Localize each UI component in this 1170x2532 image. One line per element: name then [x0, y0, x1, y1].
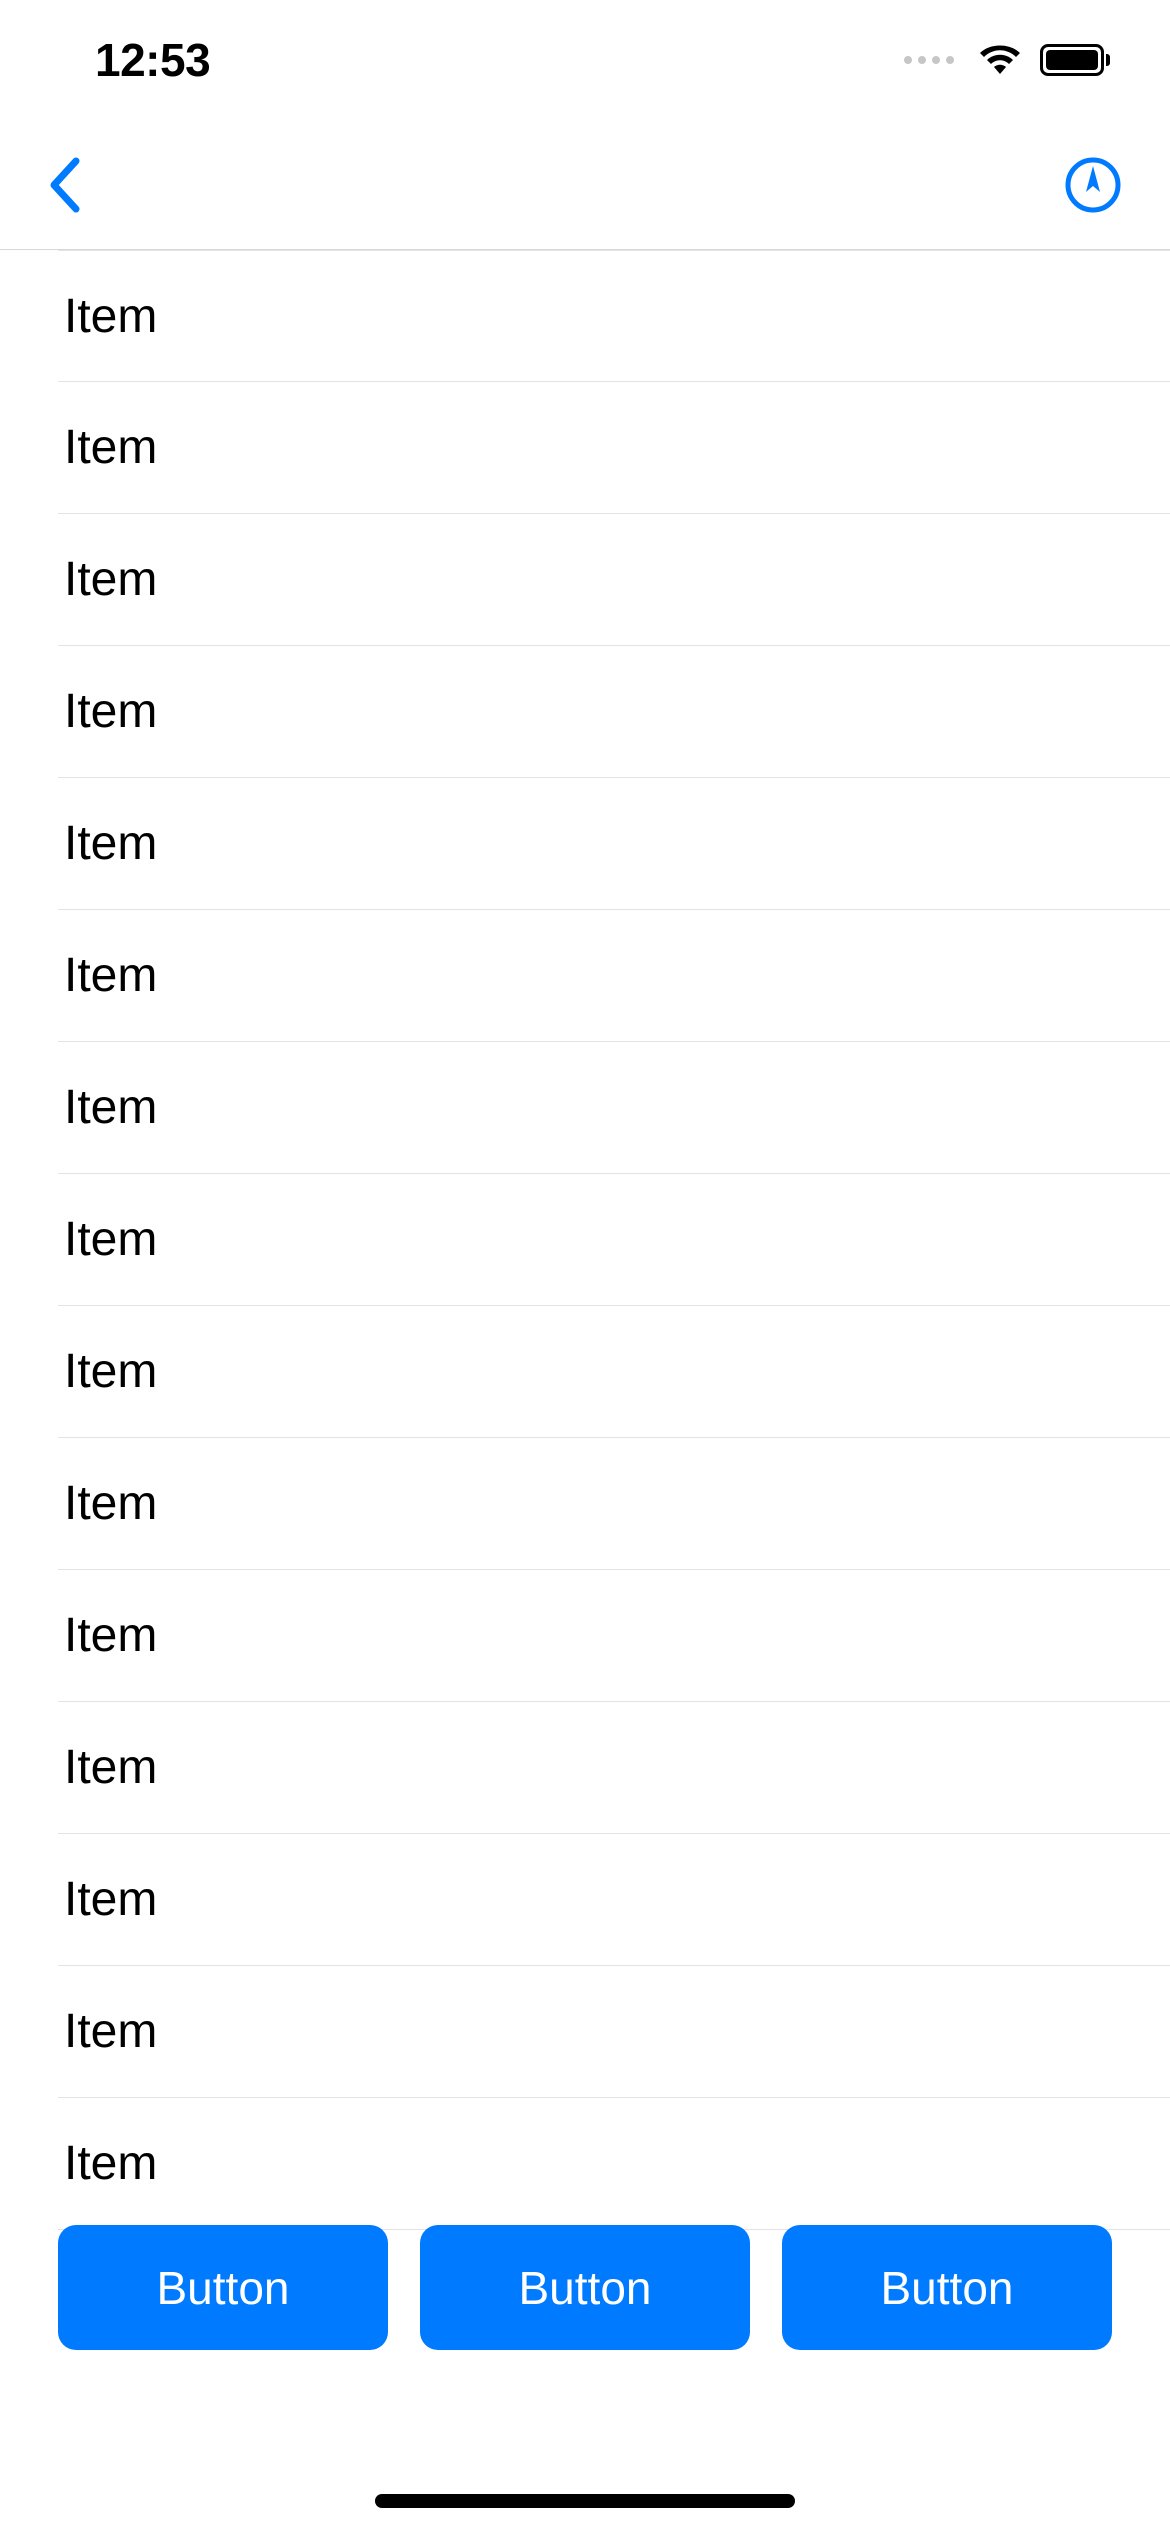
status-bar: 12:53 [0, 0, 1170, 120]
status-indicators [904, 42, 1110, 78]
list-item[interactable]: Item [58, 778, 1170, 910]
button-label: Button [881, 2261, 1014, 2315]
nav-right-button[interactable] [1058, 150, 1128, 220]
list-item-label: Item [64, 1740, 157, 1795]
list-item-label: Item [64, 2004, 157, 2059]
list-item-label: Item [64, 1080, 157, 1135]
nav-bar [0, 120, 1170, 250]
list-item-label: Item [64, 420, 157, 475]
list-item-label: Item [64, 552, 157, 607]
list-item-label: Item [64, 1476, 157, 1531]
table-view: Item Item Item Item Item Item Item Item … [58, 250, 1170, 2230]
cellular-signal-icon [904, 56, 954, 64]
action-button-3[interactable]: Button [782, 2225, 1112, 2350]
chevron-left-icon [46, 155, 82, 215]
list-item[interactable]: Item [58, 1702, 1170, 1834]
action-button-2[interactable]: Button [420, 2225, 750, 2350]
list-item[interactable]: Item [58, 1042, 1170, 1174]
button-label: Button [157, 2261, 290, 2315]
list-item[interactable]: Item [58, 1306, 1170, 1438]
button-label: Button [519, 2261, 652, 2315]
back-button[interactable] [36, 145, 92, 225]
list-item[interactable]: Item [58, 910, 1170, 1042]
wifi-icon [976, 42, 1024, 78]
list-item[interactable]: Item [58, 1174, 1170, 1306]
list-item[interactable]: Item [58, 1438, 1170, 1570]
button-bar: Button Button Button [0, 2225, 1170, 2350]
list-item-label: Item [64, 289, 157, 344]
list-item[interactable]: Item [58, 1570, 1170, 1702]
list-item-label: Item [64, 1212, 157, 1267]
list-item[interactable]: Item [58, 250, 1170, 382]
navigate-circle-icon [1064, 156, 1122, 214]
list-item[interactable]: Item [58, 2098, 1170, 2230]
list-item[interactable]: Item [58, 1834, 1170, 1966]
list-item[interactable]: Item [58, 1966, 1170, 2098]
list-item-label: Item [64, 2136, 157, 2191]
list-item[interactable]: Item [58, 514, 1170, 646]
home-indicator[interactable] [375, 2494, 795, 2508]
list-item-label: Item [64, 816, 157, 871]
status-time: 12:53 [95, 33, 210, 87]
list-item-label: Item [64, 1872, 157, 1927]
list-item[interactable]: Item [58, 382, 1170, 514]
list-item-label: Item [64, 948, 157, 1003]
battery-icon [1040, 44, 1110, 76]
action-button-1[interactable]: Button [58, 2225, 388, 2350]
list-item-label: Item [64, 1608, 157, 1663]
list-item-label: Item [64, 684, 157, 739]
list-item-label: Item [64, 1344, 157, 1399]
list-item[interactable]: Item [58, 646, 1170, 778]
